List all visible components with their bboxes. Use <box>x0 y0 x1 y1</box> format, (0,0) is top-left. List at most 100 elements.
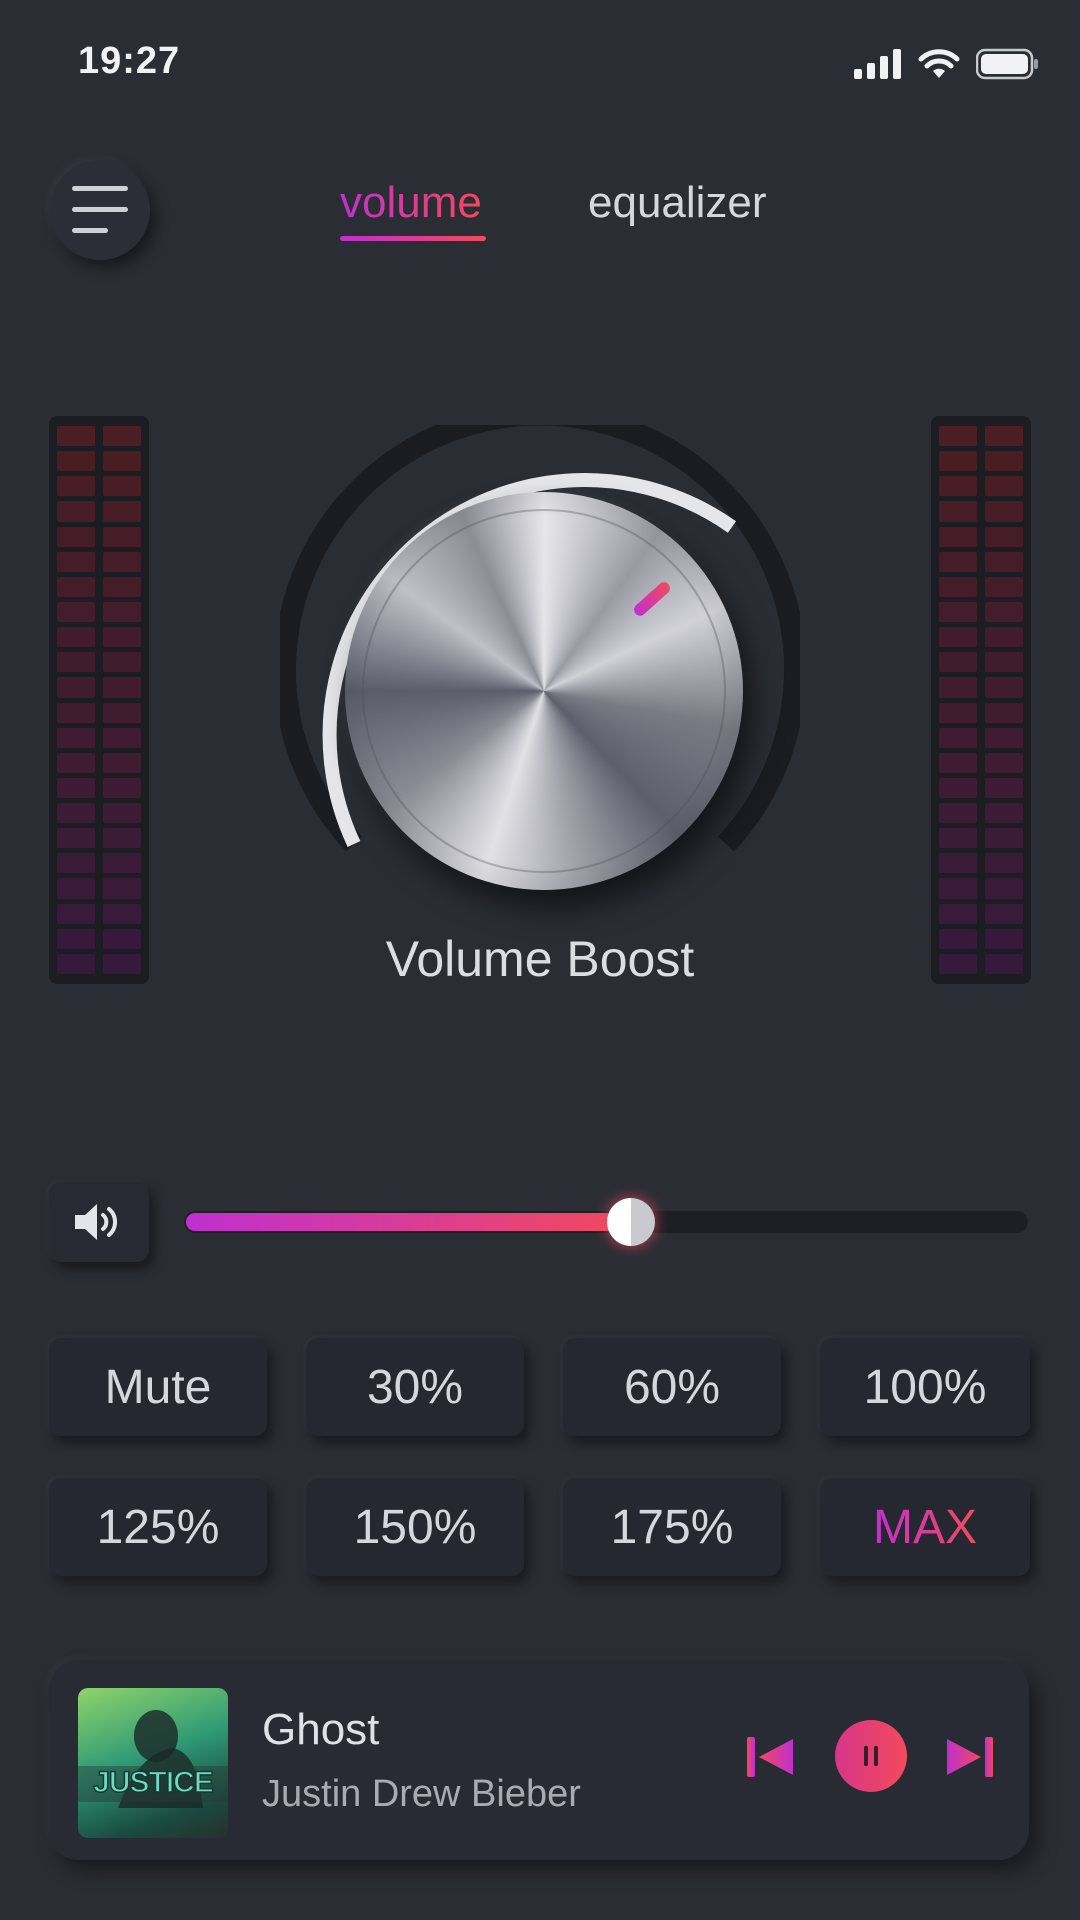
pause-button[interactable] <box>835 1720 907 1792</box>
meter-segment <box>103 476 141 497</box>
volume-slider-fill <box>186 1213 631 1231</box>
next-button[interactable] <box>940 1732 1000 1782</box>
meter-segment <box>57 803 95 824</box>
status-time: 19:27 <box>78 40 181 82</box>
meter-segment <box>939 476 977 497</box>
level-meter-right <box>931 416 1031 984</box>
meter-segment <box>57 576 95 597</box>
meter-segment <box>985 878 1023 899</box>
knob-label: Volume Boost <box>385 931 695 987</box>
preset-150-button[interactable]: 150% <box>306 1478 524 1576</box>
meter-segment <box>939 627 977 648</box>
meter-segment <box>103 752 141 773</box>
meter-segment <box>57 677 95 698</box>
meter-segment <box>57 878 95 899</box>
meter-segment <box>985 501 1023 522</box>
meter-segment <box>985 551 1023 572</box>
meter-segment <box>57 476 95 497</box>
meter-segment <box>939 601 977 623</box>
wifi-icon <box>918 49 960 78</box>
meter-segment <box>57 828 95 849</box>
meter-segment <box>57 853 95 874</box>
meter-segment <box>939 526 977 547</box>
album-art-text: JUSTICE <box>93 1766 213 1799</box>
preset-30-button[interactable]: 30% <box>306 1338 524 1436</box>
meter-segment <box>985 526 1023 547</box>
meter-segment <box>103 828 141 849</box>
meter-segment <box>939 702 977 723</box>
meter-segment <box>103 878 141 899</box>
meter-segment <box>985 677 1023 698</box>
preset-175-button[interactable]: 175% <box>563 1478 781 1576</box>
preset-60-button[interactable]: 60% <box>563 1338 781 1436</box>
meter-segment <box>985 727 1023 748</box>
meter-segment <box>985 702 1023 723</box>
preset-max-label: MAX <box>872 1500 977 1554</box>
meter-segment <box>103 652 141 673</box>
tab-equalizer[interactable]: equalizer <box>588 178 767 228</box>
meter-segment <box>57 652 95 673</box>
meter-segment <box>103 576 141 597</box>
song-artist: Justin Drew Bieber <box>262 1773 581 1815</box>
meter-segment <box>57 752 95 773</box>
meter-segment <box>939 576 977 597</box>
volume-slider-thumb[interactable] <box>607 1198 655 1246</box>
meter-segment <box>985 627 1023 648</box>
preset-100-button[interactable]: 100% <box>820 1338 1030 1436</box>
meter-segment <box>985 576 1023 597</box>
preset-max-button[interactable]: MAX <box>820 1478 1030 1576</box>
meter-segment <box>939 451 977 472</box>
signal-icon <box>854 49 901 79</box>
meter-segment <box>57 777 95 799</box>
tab-volume-underline <box>340 236 486 241</box>
status-icons <box>854 48 1040 80</box>
meter-segment <box>103 853 141 874</box>
menu-button[interactable] <box>50 160 150 260</box>
meter-segment <box>103 501 141 522</box>
meter-segment <box>939 426 977 447</box>
meter-segment <box>103 426 141 447</box>
meter-segment <box>985 476 1023 497</box>
meter-segment <box>939 652 977 673</box>
meter-segment <box>939 727 977 748</box>
previous-button[interactable] <box>740 1732 800 1782</box>
meter-segment <box>57 451 95 472</box>
pause-icon <box>864 1746 878 1766</box>
album-art-image: JUSTICE <box>78 1710 228 1808</box>
speaker-button[interactable] <box>49 1182 149 1262</box>
meter-segment <box>57 551 95 572</box>
meter-segment <box>57 426 95 447</box>
meter-segment <box>985 777 1023 799</box>
meter-segment <box>939 903 977 924</box>
meter-segment <box>939 853 977 874</box>
speaker-icon <box>75 1204 117 1240</box>
preset-mute-button[interactable]: Mute <box>49 1338 267 1436</box>
meter-segment <box>939 501 977 522</box>
meter-segment <box>985 853 1023 874</box>
meter-segment <box>939 677 977 698</box>
album-art[interactable]: JUSTICE <box>78 1688 228 1838</box>
meter-segment <box>103 903 141 924</box>
tab-volume[interactable]: volume <box>340 178 482 228</box>
previous-icon <box>747 1737 793 1777</box>
meter-segment <box>985 601 1023 623</box>
meter-segment <box>103 727 141 748</box>
meter-segment <box>985 451 1023 472</box>
meter-segment <box>939 777 977 799</box>
meter-segment <box>103 777 141 799</box>
meter-segment <box>985 803 1023 824</box>
meter-segment <box>985 652 1023 673</box>
preset-125-button[interactable]: 125% <box>49 1478 267 1576</box>
meter-segment <box>57 601 95 623</box>
meter-segment <box>103 551 141 572</box>
meter-segment <box>939 828 977 849</box>
menu-icon <box>72 186 128 233</box>
meter-segment <box>985 426 1023 447</box>
meter-segment <box>57 727 95 748</box>
meter-segment <box>57 702 95 723</box>
meter-segment <box>57 501 95 522</box>
meter-segment <box>939 803 977 824</box>
knob-ring <box>362 509 726 873</box>
meter-segment <box>939 551 977 572</box>
song-title: Ghost <box>262 1705 380 1754</box>
